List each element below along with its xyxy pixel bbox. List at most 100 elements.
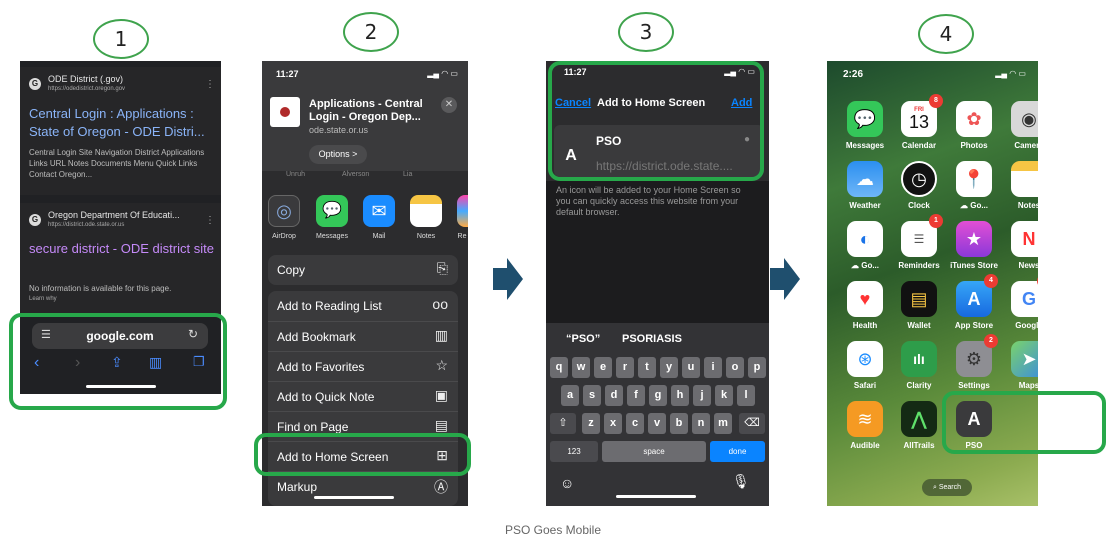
messages-icon[interactable]: 💬 <box>847 101 883 137</box>
audible-icon[interactable]: ≋ <box>847 401 883 437</box>
key[interactable]: t <box>638 357 656 378</box>
numbers-key[interactable]: 123 <box>550 441 598 462</box>
search-result-card[interactable]: G Oregon Department Of Educati... https:… <box>20 203 221 313</box>
google-maps-icon[interactable]: 📍 <box>956 161 992 197</box>
arrow-right-icon <box>493 258 523 300</box>
add-bookmark-action[interactable]: Add Bookmark ▥ <box>268 321 458 351</box>
backspace-key-icon[interactable]: ⌫ <box>739 413 765 434</box>
app-label: Google <box>1015 321 1038 330</box>
add-to-quick-note-action[interactable]: Add to Quick Note ▣ <box>268 381 458 411</box>
key[interactable]: e <box>594 357 612 378</box>
key[interactable]: f <box>627 385 645 406</box>
done-key[interactable]: done <box>710 441 765 462</box>
home-search-button[interactable]: ⌕ Search <box>922 479 972 496</box>
key[interactable]: x <box>604 413 622 434</box>
shift-key-icon[interactable]: ⇧ <box>550 413 576 434</box>
key[interactable]: g <box>649 385 667 406</box>
more-icon[interactable]: ⋮ <box>205 215 215 226</box>
key[interactable]: m <box>714 413 732 434</box>
share-app-row: ◎ AirDrop 💬 Messages ✉ Mail Notes Re <box>262 195 468 245</box>
key[interactable]: w <box>572 357 590 378</box>
markup-icon: Ⓐ <box>434 479 448 495</box>
result-url: https://odedistrict.oregon.gov <box>48 86 126 92</box>
result-title-link[interactable]: Central Login : Applications : State of … <box>29 105 217 141</box>
contact-label: Alverson <box>342 171 370 178</box>
key[interactable]: u <box>682 357 700 378</box>
key[interactable]: q <box>550 357 568 378</box>
wallet-icon[interactable]: ▤ <box>901 281 937 317</box>
key[interactable]: z <box>582 413 600 434</box>
mail-icon[interactable]: ✉ <box>363 195 395 227</box>
app-label: ☁ Go... <box>960 201 988 210</box>
key[interactable]: l <box>737 385 755 406</box>
close-icon[interactable]: ✕ <box>441 97 457 113</box>
airdrop-icon[interactable]: ◎ <box>268 195 300 227</box>
suggestion-item[interactable]: “PSO” <box>566 333 600 345</box>
highlight-box <box>254 433 471 476</box>
app-label: Reminders <box>898 261 940 270</box>
itunes-store-icon[interactable]: ★ <box>956 221 992 257</box>
quick-note-icon: ▣ <box>434 387 448 403</box>
result-title-link[interactable]: secure district - ODE district site <box>29 239 217 258</box>
status-time: 11:27 <box>276 69 299 79</box>
emoji-icon[interactable]: ☺ <box>560 475 574 491</box>
home-indicator <box>616 495 696 498</box>
highlight-box <box>548 61 764 181</box>
clock-icon[interactable]: ◷ <box>901 161 937 197</box>
key[interactable]: k <box>715 385 733 406</box>
key[interactable]: c <box>626 413 644 434</box>
add-to-favorites-action[interactable]: Add to Favorites ☆ <box>268 351 458 381</box>
key[interactable]: y <box>660 357 678 378</box>
result-description: Central Login Site Navigation District A… <box>29 148 205 179</box>
action-label: Add to Reading List <box>277 299 382 313</box>
key[interactable]: n <box>692 413 710 434</box>
action-label: Markup <box>277 480 318 494</box>
status-icons: ▂▄ ◠ ▭ <box>427 69 458 78</box>
app-label: Notes <box>416 233 436 240</box>
key[interactable]: i <box>704 357 722 378</box>
health-icon[interactable]: ♥ <box>847 281 883 317</box>
action-label: Add to Quick Note <box>277 390 375 404</box>
learn-why-link[interactable]: Learn why <box>29 296 57 302</box>
weather-icon[interactable]: ☁ <box>847 161 883 197</box>
calendar-date: 13 <box>908 112 930 132</box>
key[interactable]: r <box>616 357 634 378</box>
key[interactable]: a <box>561 385 579 406</box>
messages-icon[interactable]: 💬 <box>316 195 348 227</box>
copy-action[interactable]: Copy ⎘ <box>268 255 458 285</box>
arrow-right-icon <box>770 258 800 300</box>
suggestion-item[interactable]: PSORIASIS <box>622 333 682 345</box>
notes-icon[interactable] <box>410 195 442 227</box>
alltrails-icon[interactable]: ⋀ <box>901 401 937 437</box>
maps-icon[interactable]: ➤ <box>1011 341 1038 377</box>
options-button[interactable]: Options > <box>309 145 367 164</box>
page-thumbnail <box>270 97 300 127</box>
notes-icon[interactable] <box>1011 161 1038 197</box>
more-icon[interactable]: ⋮ <box>205 79 215 90</box>
step-number: 1 <box>114 27 128 51</box>
search-result-card[interactable]: G ODE District (.gov) https://odedistric… <box>20 67 221 195</box>
key[interactable]: d <box>605 385 623 406</box>
key[interactable]: v <box>648 413 666 434</box>
photos-icon[interactable]: ✿ <box>956 101 992 137</box>
camera-icon[interactable]: ◉ <box>1011 101 1038 137</box>
notification-badge: 4 <box>984 274 998 288</box>
news-icon[interactable]: N <box>1011 221 1038 257</box>
google-drive-icon[interactable]: ◐ <box>847 221 883 257</box>
reminders-icon[interactable] <box>457 195 468 227</box>
space-key[interactable]: space <box>602 441 706 462</box>
key[interactable]: j <box>693 385 711 406</box>
key[interactable]: s <box>583 385 601 406</box>
key[interactable]: b <box>670 413 688 434</box>
add-to-reading-list-action[interactable]: Add to Reading List oo <box>268 291 458 321</box>
app-label: AirDrop <box>272 233 296 240</box>
key[interactable]: o <box>726 357 744 378</box>
highlight-box <box>9 313 227 410</box>
google-icon[interactable]: G <box>1011 281 1038 317</box>
key[interactable]: p <box>748 357 766 378</box>
safari-icon[interactable]: ⊛ <box>847 341 883 377</box>
clarity-icon[interactable]: ılı <box>901 341 937 377</box>
microphone-icon[interactable]: 🎙 <box>732 473 750 490</box>
app-label: Re <box>457 233 467 240</box>
key[interactable]: h <box>671 385 689 406</box>
